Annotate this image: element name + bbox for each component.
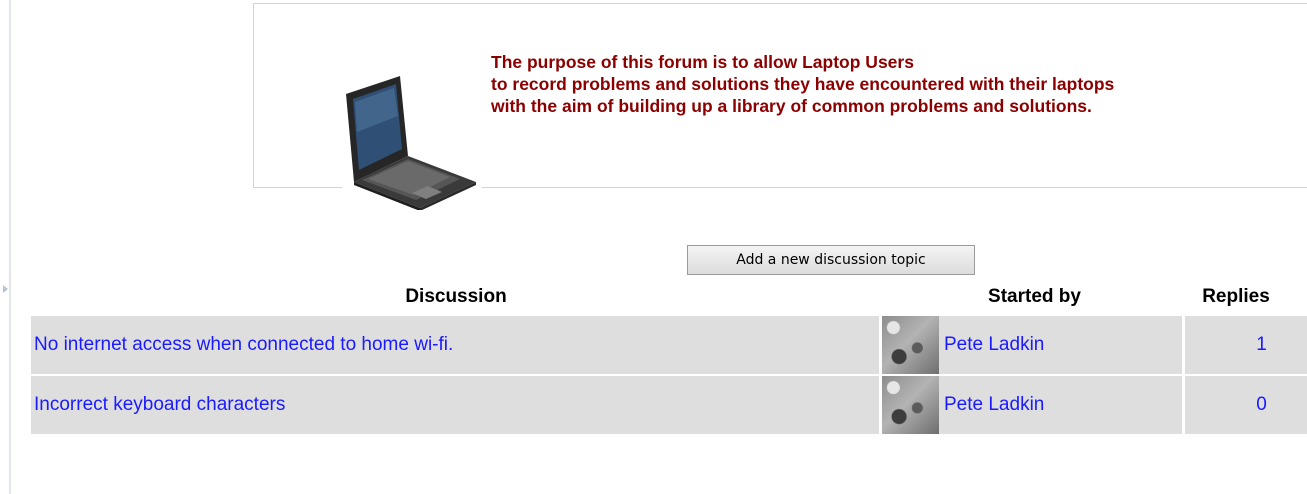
header-discussion: Discussion — [405, 286, 507, 307]
forum-intro-text: The purpose of this forum is to allow La… — [491, 51, 1114, 117]
author-cell: Pete Ladkin — [882, 316, 1182, 374]
intro-line-3: with the aim of building up a library of… — [491, 96, 1092, 116]
topic-cell: Incorrect keyboard characters — [31, 376, 879, 434]
topic-link[interactable]: Incorrect keyboard characters — [34, 394, 285, 416]
topic-link[interactable]: No internet access when connected to hom… — [34, 334, 453, 356]
replies-count-link[interactable]: 1 — [1185, 334, 1307, 356]
collapse-arrow-icon[interactable] — [3, 285, 8, 293]
left-border — [9, 0, 11, 494]
add-discussion-topic-button[interactable]: Add a new discussion topic — [687, 245, 975, 275]
table-row: Incorrect keyboard characters Pete Ladki… — [31, 376, 1307, 434]
table-row: No internet access when connected to hom… — [31, 316, 1307, 374]
replies-cell: 0 — [1185, 376, 1307, 434]
avatar[interactable] — [882, 376, 939, 434]
avatar[interactable] — [882, 316, 939, 374]
replies-count-link[interactable]: 0 — [1185, 394, 1307, 416]
intro-line-2: to record problems and solutions they ha… — [491, 74, 1115, 94]
intro-line-1: The purpose of this forum is to allow La… — [491, 52, 914, 72]
laptop-image — [342, 46, 482, 210]
header-replies: Replies — [1202, 286, 1270, 307]
replies-cell: 1 — [1185, 316, 1307, 374]
header-started-by: Started by — [988, 286, 1081, 307]
forum-page: The purpose of this forum is to allow La… — [0, 0, 1307, 494]
author-link[interactable]: Pete Ladkin — [944, 394, 1044, 416]
author-link[interactable]: Pete Ladkin — [944, 334, 1044, 356]
author-cell: Pete Ladkin — [882, 376, 1182, 434]
topic-cell: No internet access when connected to hom… — [31, 316, 879, 374]
